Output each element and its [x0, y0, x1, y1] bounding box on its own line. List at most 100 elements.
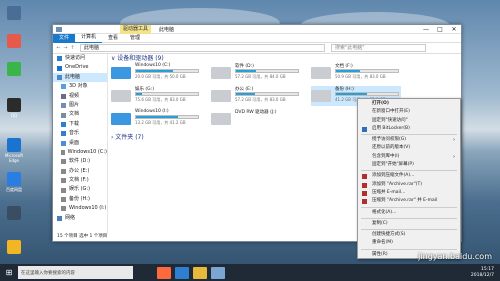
menu-item-label: 创建快捷方式(S)	[372, 232, 406, 238]
desktop-icon[interactable]: Microsoft Edge	[2, 138, 26, 163]
tab-view[interactable]: 查看	[102, 34, 124, 43]
desktop-icon[interactable]	[2, 62, 26, 77]
tab-computer[interactable]: 计算机	[75, 33, 103, 43]
up-button[interactable]: ↑	[69, 45, 76, 51]
taskbar-app-icon[interactable]	[193, 266, 207, 279]
context-menu-item[interactable]: 包含到库中(I) ›	[358, 153, 460, 161]
sidebar-item-label: OneDrive	[65, 64, 89, 71]
drive-tools-tab[interactable]: 驱动器工具	[120, 24, 152, 34]
sidebar-item[interactable]: 快速访问	[53, 54, 107, 63]
sidebar-item[interactable]: 文档	[53, 110, 107, 119]
sidebar-item[interactable]: 图片	[53, 101, 107, 110]
sidebar-item[interactable]: OneDrive	[53, 63, 107, 72]
sidebar-item-label: 文档 (F:)	[69, 177, 89, 184]
sidebar-item-label: 图片	[69, 101, 80, 108]
app-icon	[7, 98, 21, 112]
back-button[interactable]: ←	[55, 45, 62, 51]
sidebar-item[interactable]: 下载	[53, 120, 107, 129]
drive-item[interactable]: DVD RW 驱动器 (J:)	[211, 109, 301, 129]
drive-icon	[211, 67, 231, 79]
sidebar-item[interactable]: 文档 (F:)	[53, 176, 107, 185]
drive-usage-bar	[235, 92, 299, 96]
search-input[interactable]: 搜索"此电脑"	[331, 44, 426, 52]
context-menu-item[interactable]: 重命名(M)	[358, 239, 460, 247]
menu-separator	[361, 134, 457, 136]
context-menu-item[interactable]: 复制(C)	[358, 220, 460, 228]
sidebar-item[interactable]: 3D 对象	[53, 82, 107, 91]
context-menu-item[interactable]: 授予访问权限(G) ›	[358, 136, 460, 144]
sidebar-item[interactable]: Windows10 (I:)	[53, 204, 107, 213]
desktop-icon[interactable]	[2, 206, 26, 221]
sidebar-item-icon	[61, 140, 66, 146]
sidebar-item[interactable]: 桌面	[53, 139, 107, 148]
desktop-icon[interactable]	[2, 6, 26, 21]
tab-manage[interactable]: 管理	[124, 34, 146, 43]
context-menu-item[interactable]: 添加到 "Archive.rar"(T)	[358, 181, 460, 189]
drive-item[interactable]: 软件 (D:) 57.2 GB 可用，共 84.0 GB	[211, 63, 301, 83]
sidebar-item-icon	[61, 121, 66, 127]
drive-usage-bar	[135, 115, 199, 119]
desktop-icon-label: 百度网盘	[6, 187, 22, 192]
forward-button[interactable]: →	[62, 45, 69, 51]
context-menu-item[interactable]: 格式化(A)...	[358, 209, 460, 217]
tab-file[interactable]: 文件	[53, 33, 76, 43]
drive-item[interactable]: 娱乐 (G:) 75.6 GB 可用，共 83.0 GB	[111, 86, 201, 106]
sidebar-item-label: 3D 对象	[69, 83, 88, 90]
context-menu-item[interactable]: 固定到"快速访问"	[358, 117, 460, 125]
menu-item-label: 打开(O)	[372, 101, 389, 106]
sidebar-item-icon	[61, 206, 66, 212]
watermark: jingyan.baidu.com	[418, 252, 492, 261]
desktop-icon[interactable]	[2, 240, 26, 255]
sidebar-item[interactable]: 软件 (D:)	[53, 157, 107, 166]
context-menu-item[interactable]: 创建快捷方式(S)	[358, 231, 460, 239]
desktop-icon[interactable]: QQ	[2, 98, 26, 118]
minimize-button[interactable]: —	[419, 25, 433, 34]
sidebar-item-icon	[61, 150, 65, 156]
start-button[interactable]: ⊞	[0, 268, 18, 277]
sidebar-item-icon	[61, 103, 66, 109]
sidebar-item[interactable]: 视频	[53, 92, 107, 101]
folder-icon	[56, 26, 62, 32]
context-menu-item[interactable]: 启用 BitLocker(B)	[358, 125, 460, 133]
sidebar-item[interactable]: 娱乐 (G:)	[53, 185, 107, 194]
drive-free-space: 50.9 GB 可用，共 83.0 GB	[335, 74, 386, 79]
sidebar-item[interactable]: 音乐	[53, 129, 107, 138]
sidebar-item-icon	[61, 178, 66, 184]
drive-usage-bar	[335, 92, 399, 96]
taskbar-search[interactable]: 在这里输入你要搜索的内容	[18, 266, 133, 279]
sidebar-item[interactable]: 网络	[53, 214, 107, 223]
drive-item[interactable]: 办公 (E:) 57.2 GB 可用，共 83.0 GB	[211, 86, 301, 106]
context-menu-item[interactable]: 在新窗口中打开(E)	[358, 108, 460, 116]
drive-usage-bar	[135, 92, 199, 96]
address-path[interactable]: 此电脑	[80, 44, 325, 52]
context-menu-item[interactable]: 固定到"开始"屏幕(P)	[358, 161, 460, 169]
taskbar-app-icon[interactable]	[157, 266, 171, 279]
context-menu-item[interactable]: 压缩到 "Archive.rar" 并 E-mail	[358, 197, 460, 205]
drive-item[interactable]: Windows10 (C:) 20.0 GB 可用，共 50.0 GB	[111, 63, 201, 83]
close-button[interactable]: ✕	[447, 25, 461, 34]
drive-item[interactable]: Windows10 (I:) 13.2 GB 可用，共 41.2 GB	[111, 109, 201, 129]
status-bar: 15 个项目 选中 1 个项目	[57, 234, 108, 239]
context-menu-item[interactable]: 打开(O)	[358, 100, 460, 108]
drive-free-space: 57.2 GB 可用，共 83.0 GB	[235, 97, 286, 102]
drive-usage-fill	[136, 70, 174, 72]
sidebar-item[interactable]: 备份 (H:)	[53, 195, 107, 204]
sidebar-item[interactable]: 此电脑	[53, 72, 107, 83]
taskbar-app-icon[interactable]	[175, 266, 189, 279]
drive-item[interactable]: 文档 (F:) 50.9 GB 可用，共 83.0 GB	[311, 63, 401, 83]
context-menu-item[interactable]: 还原以前的版本(V)	[358, 144, 460, 152]
taskbar-app-icon[interactable]	[211, 266, 225, 279]
desktop-icon[interactable]	[2, 34, 26, 49]
drive-free-space: 57.2 GB 可用，共 84.0 GB	[235, 74, 286, 79]
ribbon-tabs: 文件 计算机 查看 管理	[53, 33, 461, 43]
desktop-icon[interactable]: 百度网盘	[2, 172, 26, 192]
devices-header[interactable]: ∨ 设备和驱动器 (9)	[111, 54, 457, 63]
maximize-button[interactable]: □	[433, 25, 447, 34]
drive-usage-bar	[235, 69, 299, 73]
context-menu-item[interactable]: 添加到压缩文件(A)...	[358, 172, 460, 180]
desktop-icon-label: Microsoft Edge	[4, 153, 24, 163]
sidebar-item[interactable]: Windows10 (C:)	[53, 148, 107, 157]
menu-item-label: 还原以前的版本(V)	[372, 145, 411, 151]
context-menu-item[interactable]: 压缩并 E-mail...	[358, 189, 460, 197]
sidebar-item[interactable]: 办公 (E:)	[53, 167, 107, 176]
